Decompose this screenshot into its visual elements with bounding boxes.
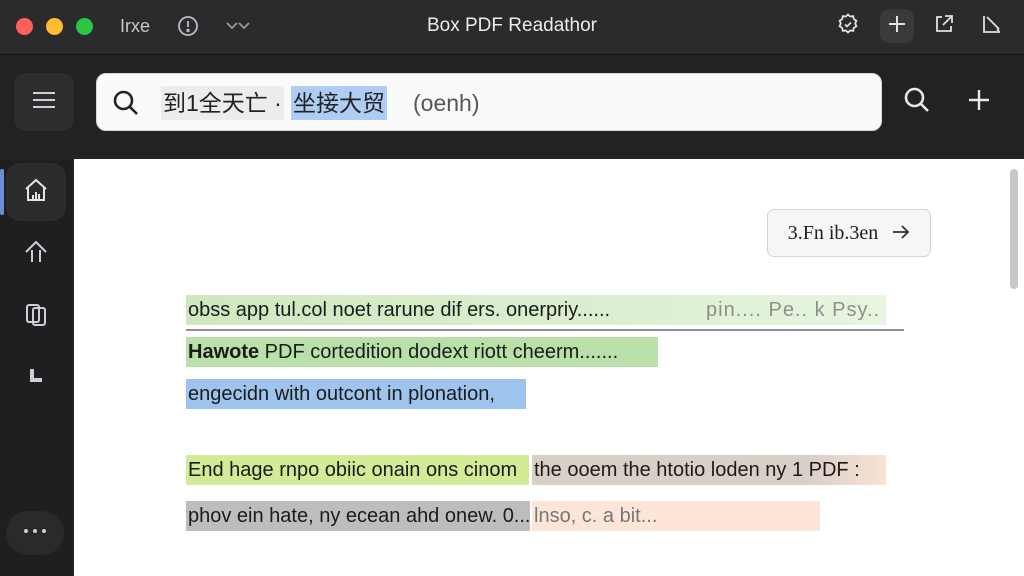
share-button[interactable] [927, 9, 961, 43]
more-icon [22, 524, 48, 542]
text-line-bold: Hawote [188, 341, 260, 363]
search-icon [902, 85, 932, 120]
share-icon [932, 12, 956, 41]
text-line[interactable]: the ooem the htotio loden ny 1 PDF : [532, 455, 886, 485]
text-line-content: the ooem the htotio loden ny 1 PDF : [534, 459, 860, 481]
page-indicator-button[interactable]: 3.Fn ib.3en [767, 209, 931, 257]
zoom-window-button[interactable] [76, 18, 93, 35]
sidebar-item-home[interactable] [0, 163, 66, 221]
arrow-right-icon [892, 222, 910, 245]
lightbulb-icon[interactable] [176, 14, 200, 38]
pages-icon [22, 300, 50, 333]
search-button[interactable] [892, 77, 942, 127]
text-line-content: End hage rnpo obiic onain ons cinom [188, 459, 518, 481]
text-line-content: phov ein hate, ny ecean ahd onew. 0.... [188, 505, 530, 527]
plus-icon [886, 13, 908, 40]
text-line[interactable]: engecidn with outcont in plonation, [186, 379, 526, 409]
menu-button[interactable] [14, 73, 74, 131]
search-icon [111, 88, 141, 123]
up-arrow-icon [22, 238, 50, 271]
text-line-faint: pin.... Pe.. k Psy.. - [706, 299, 886, 321]
bookmark-icon [22, 362, 50, 395]
annotate-icon [980, 12, 1004, 41]
close-window-button[interactable] [16, 18, 33, 35]
vertical-scrollbar[interactable] [1008, 163, 1020, 572]
text-line[interactable]: Hawote PDF cortedition dodext riott chee… [186, 337, 658, 367]
text-line[interactable]: obss app tul.col noet rarune dif ers. on… [186, 295, 886, 325]
text-line[interactable]: phov ein hate, ny ecean ahd onew. 0.... [186, 501, 530, 531]
chevron-down-icon[interactable] [224, 14, 252, 38]
document-view[interactable]: 3.Fn ib.3en obss app tul.col noet rarune… [74, 159, 1024, 576]
annotate-button[interactable] [975, 9, 1009, 43]
minimize-window-button[interactable] [46, 18, 63, 35]
search-field[interactable]: 到1全天亡 · 坐接大贸 (oenh) [96, 73, 882, 131]
new-tab-button[interactable] [880, 9, 914, 43]
sidebar-item-up[interactable] [6, 225, 66, 283]
app-window: Irxe Box PDF Readathor 到1全天亡 · 坐接大贸 (oen… [0, 0, 1024, 576]
sidebar-item-bookmark[interactable] [6, 349, 66, 407]
tab-label[interactable]: Irxe [120, 16, 150, 37]
settings-button[interactable] [831, 9, 865, 43]
sidebar-more-button[interactable] [6, 511, 64, 555]
sidebar [0, 159, 72, 576]
add-button[interactable] [954, 77, 1004, 127]
text-line-content: lnso, c. a bit... [534, 505, 658, 527]
toolbar: 到1全天亡 · 坐接大贸 (oenh) [0, 55, 1024, 159]
text-line-content: PDF cortedition dodext riott cheerm.....… [259, 341, 619, 363]
search-query-segment[interactable]: 到1全天亡 · [161, 86, 284, 120]
text-line[interactable]: lnso, c. a bit... [532, 501, 820, 531]
window-title: Box PDF Readathor [426, 15, 598, 36]
text-line-content: engecidn with outcont in plonation, [188, 383, 495, 405]
sidebar-item-pages[interactable] [6, 287, 66, 345]
text-line-content: obss app tul.col noet rarune dif ers. on… [188, 299, 611, 321]
scrollbar-thumb[interactable] [1010, 169, 1018, 289]
title-bar: Irxe Box PDF Readathor [0, 0, 1024, 55]
search-query-suffix[interactable]: (oenh) [411, 86, 481, 120]
menu-icon [31, 90, 57, 115]
page-indicator-label: 3.Fn ib.3en [787, 221, 879, 244]
divider-rule [186, 329, 904, 331]
settings-icon [836, 12, 860, 41]
text-line[interactable]: End hage rnpo obiic onain ons cinom [186, 455, 529, 485]
home-icon [22, 176, 50, 209]
plus-icon [966, 87, 992, 118]
search-query-selected[interactable]: 坐接大贸 [291, 86, 387, 120]
